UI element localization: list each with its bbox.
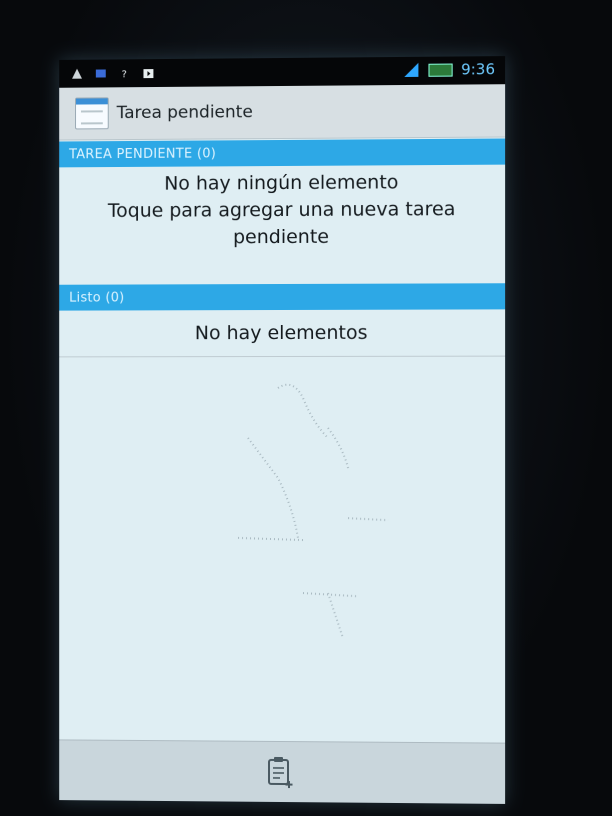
help-icon: ? [119,67,131,79]
pending-empty-message[interactable]: No hay ningún elemento Toque para agrega… [59,169,505,252]
screen-smudge-marks [218,368,418,649]
pending-empty-line-1: No hay ningún elemento [59,169,505,199]
done-empty-message: No hay elementos [59,319,505,347]
signal-icon [403,61,421,79]
page-title: Tarea pendiente [117,102,253,123]
clock: 9:36 [461,60,495,78]
svg-text:?: ? [122,69,127,79]
list-divider [59,356,505,358]
action-bar: Tarea pendiente [59,84,505,140]
notification-icons: ? [71,67,154,80]
pending-section-header: TAREA PENDIENTE (0) [59,138,505,167]
pending-empty-line-2: Toque para agregar una nueva tarea [59,196,505,225]
battery-icon [429,63,453,76]
status-indicators: 9:36 [403,60,495,79]
add-task-button[interactable] [261,752,301,792]
done-section-header: Listo (0) [59,283,505,310]
pending-empty-line-3: pendiente [59,223,505,252]
bottom-action-bar [59,739,505,804]
warning-icon [71,68,83,80]
phone-screen: ? 9:36 Tarea pendiente TAREA PENDIENTE (… [59,56,505,804]
clipboard-add-icon [266,755,296,789]
email-icon [95,67,107,79]
tasks-app-icon[interactable] [75,97,109,129]
play-store-icon [142,67,154,79]
status-bar: ? 9:36 [59,56,505,88]
